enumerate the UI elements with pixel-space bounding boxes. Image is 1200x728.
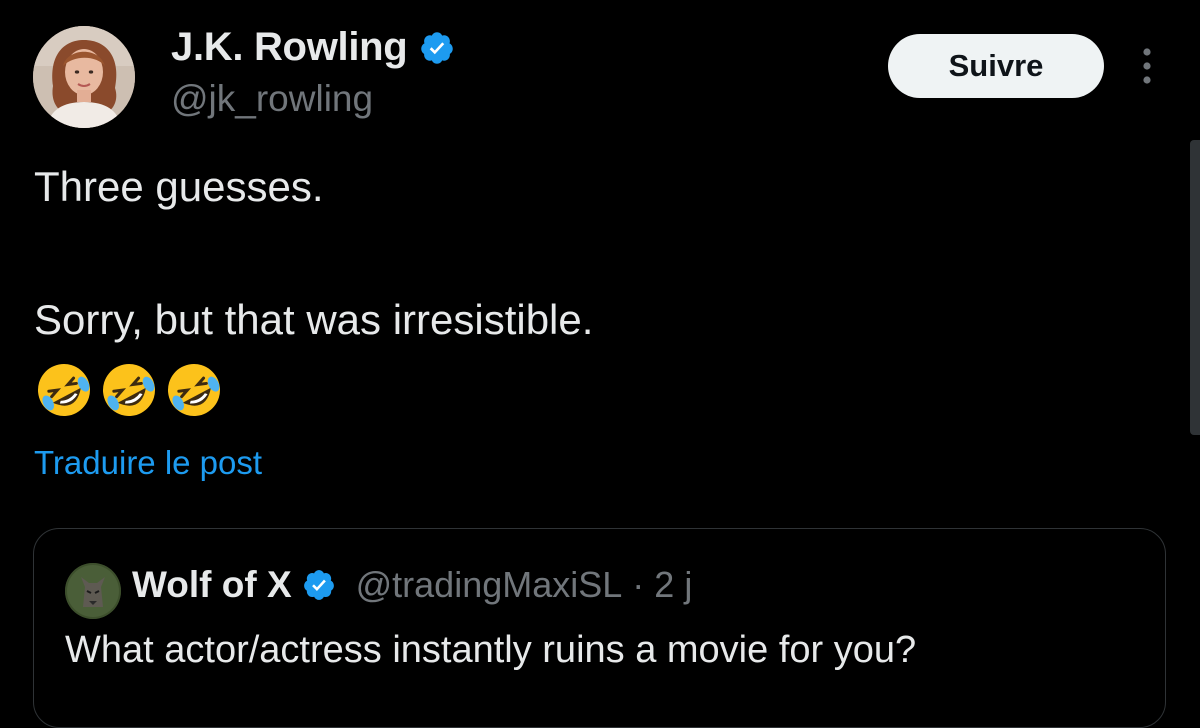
quoted-post-card[interactable]: Wolf of X @tradingMaxiSL · 2 j What acto… xyxy=(33,528,1166,728)
more-vertical-icon[interactable] xyxy=(1132,44,1162,88)
rofl-emoji-icon xyxy=(168,364,220,416)
author-avatar[interactable] xyxy=(33,26,135,128)
emoji-row xyxy=(34,360,224,420)
translate-post-link[interactable]: Traduire le post xyxy=(34,444,262,482)
author-name-text[interactable]: J.K. Rowling xyxy=(171,25,408,70)
quoted-author-handle[interactable]: @tradingMaxiSL xyxy=(356,564,623,606)
author-name[interactable]: J.K. Rowling xyxy=(171,25,455,70)
quoted-post-text: What actor/actress instantly ruins a mov… xyxy=(65,629,917,671)
rofl-emoji-icon xyxy=(103,364,155,416)
post-text-line: Sorry, but that was irresistible. xyxy=(34,296,594,343)
verified-badge-icon xyxy=(302,568,336,602)
quoted-author-name[interactable]: Wolf of X xyxy=(132,564,292,606)
quoted-post-header: Wolf of X @tradingMaxiSL · 2 j xyxy=(132,564,692,606)
separator-dot: · xyxy=(632,564,645,605)
rofl-emoji-icon xyxy=(38,364,90,416)
tweet: J.K. Rowling @jk_rowling Suivre Three gu… xyxy=(0,0,1200,728)
scrollbar[interactable] xyxy=(1190,140,1200,435)
verified-badge-icon xyxy=(419,30,455,66)
post-text-line: Three guesses. xyxy=(34,163,324,210)
quoted-post-time[interactable]: 2 j xyxy=(654,564,692,606)
follow-button[interactable]: Suivre xyxy=(888,34,1104,98)
author-handle[interactable]: @jk_rowling xyxy=(171,78,373,120)
quoted-author-avatar[interactable] xyxy=(65,563,121,619)
